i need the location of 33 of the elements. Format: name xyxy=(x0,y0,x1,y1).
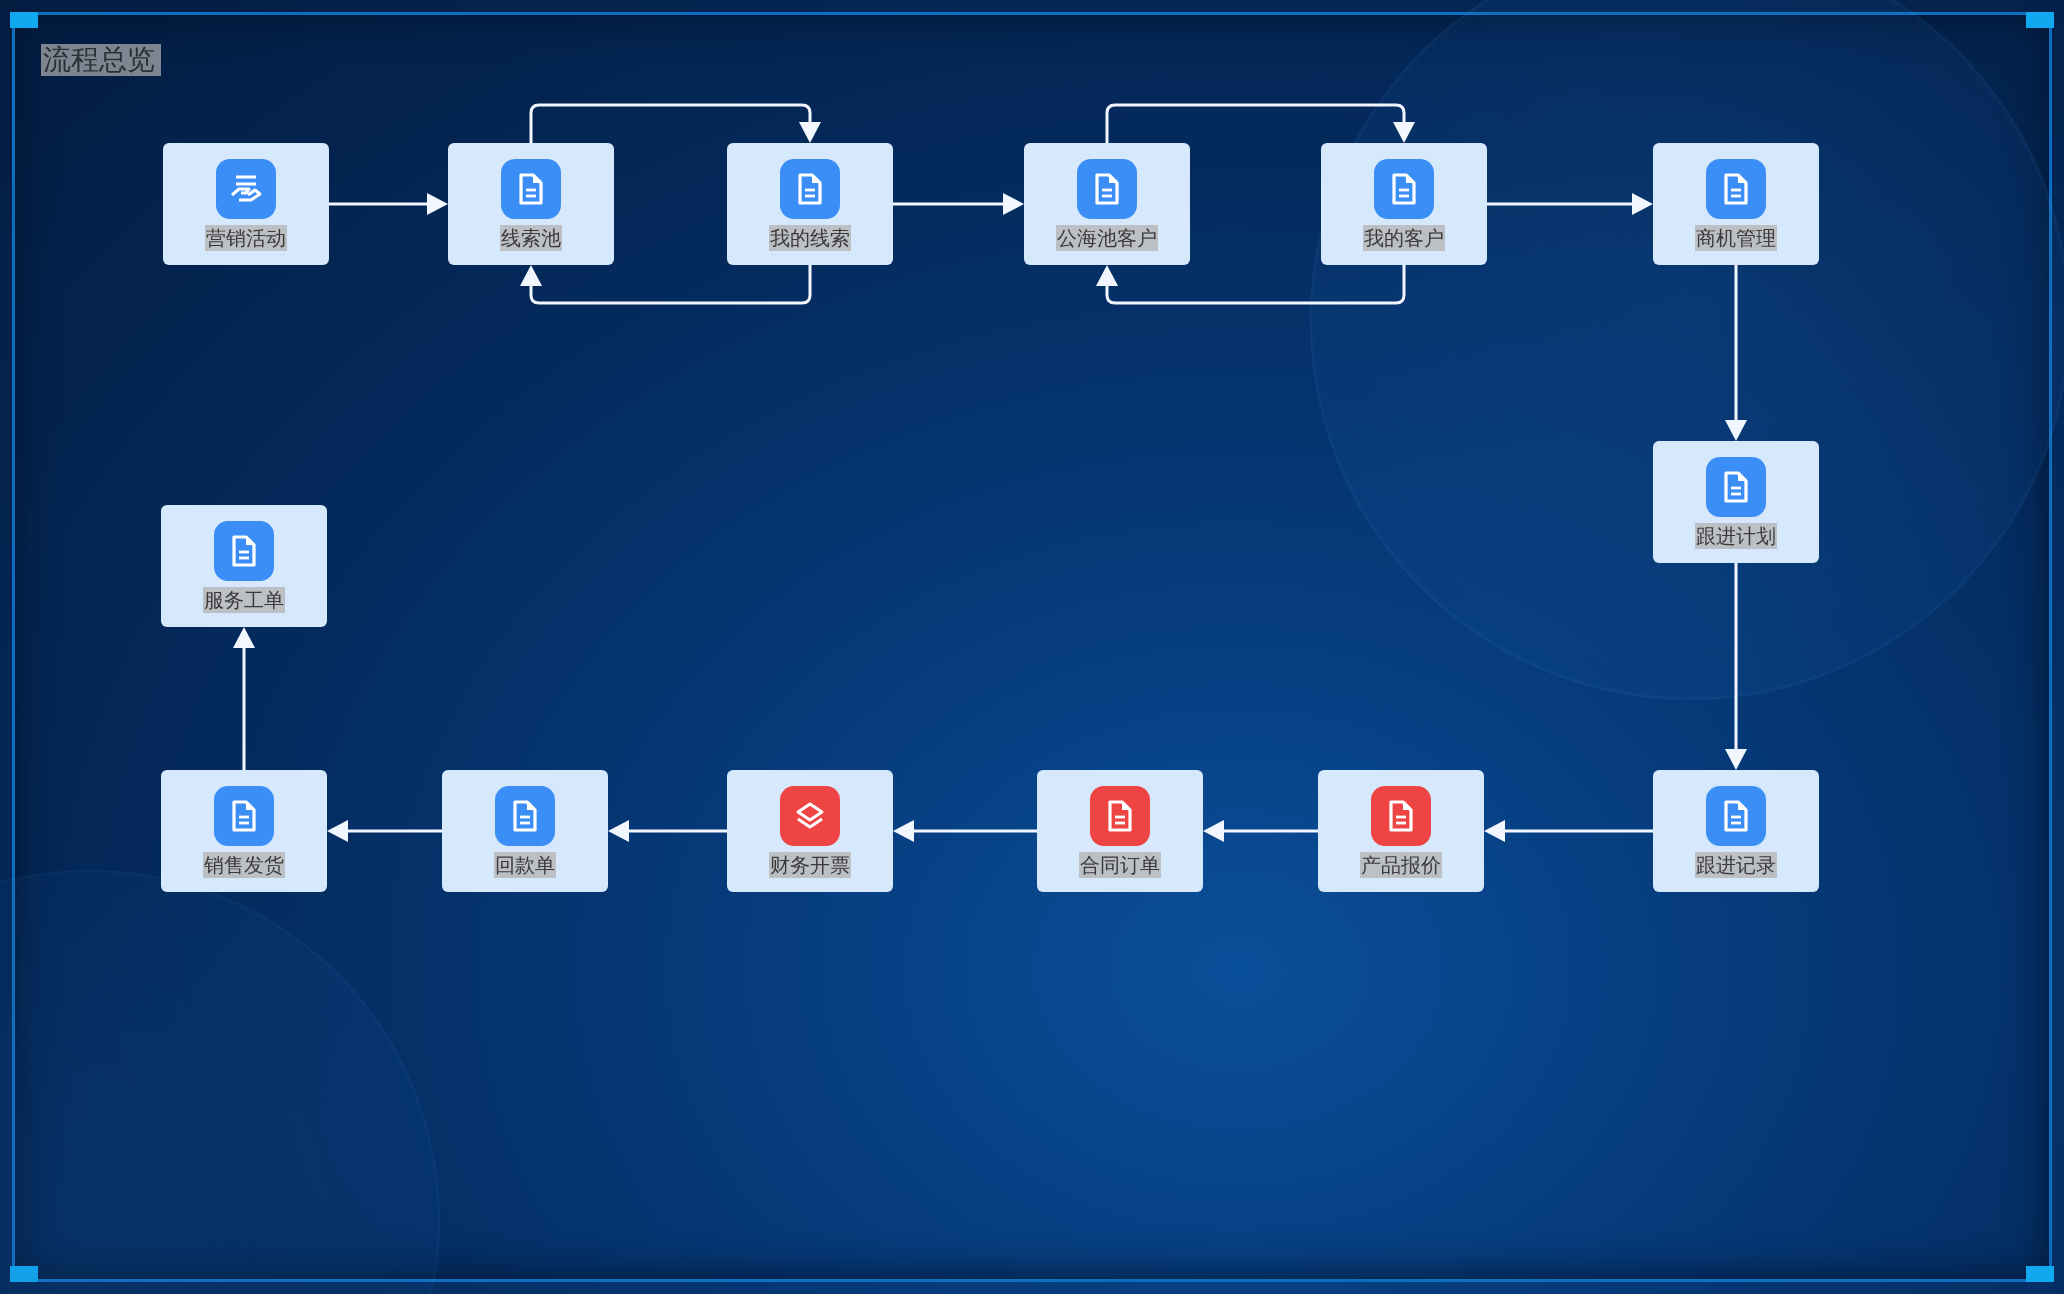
node-label: 我的线索 xyxy=(769,225,851,251)
flow-node[interactable]: 服务工单 xyxy=(161,505,327,627)
corner-marker xyxy=(2026,1266,2054,1282)
flow-node[interactable]: 公海池客户 xyxy=(1024,143,1190,265)
flow-node[interactable]: 财务开票 xyxy=(727,770,893,892)
flow-node[interactable]: 回款单 xyxy=(442,770,608,892)
corner-marker xyxy=(10,1266,38,1282)
flow-node[interactable]: 合同订单 xyxy=(1037,770,1203,892)
flow-node[interactable]: 跟进记录 xyxy=(1653,770,1819,892)
node-label: 营销活动 xyxy=(205,225,287,251)
flow-node[interactable]: 营销活动 xyxy=(163,143,329,265)
node-label: 公海池客户 xyxy=(1056,225,1158,251)
node-label: 服务工单 xyxy=(203,587,285,613)
flow-node[interactable]: 我的客户 xyxy=(1321,143,1487,265)
node-label: 合同订单 xyxy=(1079,852,1161,878)
corner-marker xyxy=(2026,12,2054,28)
node-label: 我的客户 xyxy=(1363,225,1445,251)
panel-title: 流程总览 xyxy=(41,44,161,76)
flow-node[interactable]: 跟进计划 xyxy=(1653,441,1819,563)
flow-node[interactable]: 产品报价 xyxy=(1318,770,1484,892)
node-label: 销售发货 xyxy=(203,852,285,878)
flow-node[interactable]: 销售发货 xyxy=(161,770,327,892)
node-label: 跟进记录 xyxy=(1695,852,1777,878)
node-label: 跟进计划 xyxy=(1695,523,1777,549)
node-label: 商机管理 xyxy=(1695,225,1777,251)
flow-node[interactable]: 线索池 xyxy=(448,143,614,265)
node-label: 回款单 xyxy=(494,852,556,878)
node-label: 产品报价 xyxy=(1360,852,1442,878)
corner-marker xyxy=(10,12,38,28)
flow-node[interactable]: 我的线索 xyxy=(727,143,893,265)
flow-node[interactable]: 商机管理 xyxy=(1653,143,1819,265)
node-label: 财务开票 xyxy=(769,852,851,878)
node-label: 线索池 xyxy=(500,225,562,251)
